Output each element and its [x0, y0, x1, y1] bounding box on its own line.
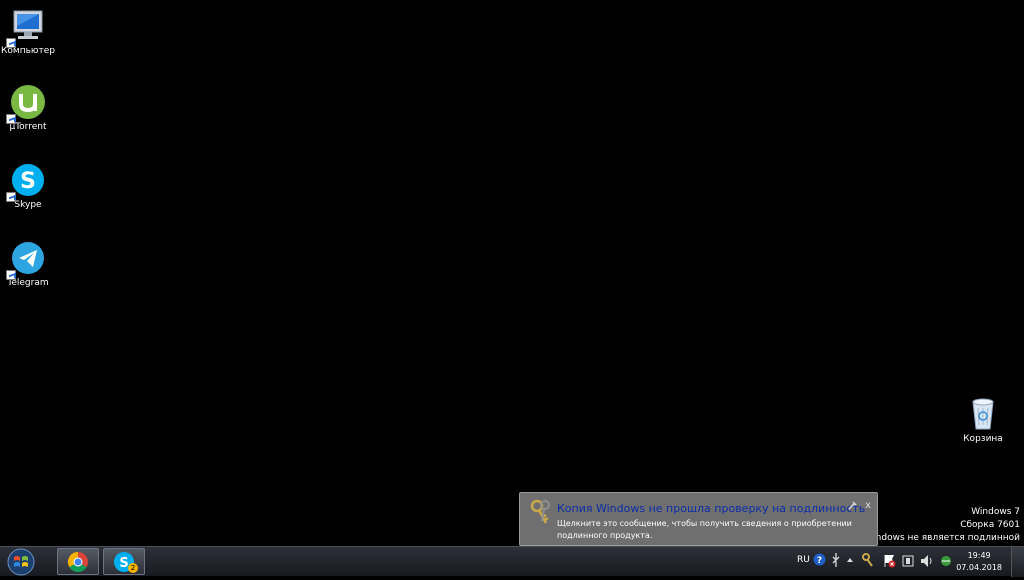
keys-icon: [530, 499, 552, 529]
svg-text:S: S: [20, 169, 36, 194]
activation-notification-balloon[interactable]: Копия Windows не прошла проверку на подл…: [519, 492, 878, 554]
desktop-icon-computer[interactable]: Компьютер: [0, 8, 56, 56]
recycle-bin-icon: [965, 396, 1001, 432]
balloon-close-button[interactable]: x: [865, 500, 871, 511]
language-indicator[interactable]: RU: [797, 555, 810, 565]
sync-icon[interactable]: [832, 552, 840, 571]
svg-text:?: ?: [817, 556, 822, 566]
shortcut-arrow-icon: [6, 38, 16, 48]
tray-clock[interactable]: 19:49 07.04.2018: [956, 550, 1002, 574]
desktop-icon-utorrent[interactable]: µTorrent: [0, 84, 56, 132]
clock-date: 07.04.2018: [956, 563, 1002, 572]
tray-overflow-arrow-icon[interactable]: [846, 556, 854, 566]
shortcut-arrow-icon: [6, 192, 16, 202]
start-button[interactable]: [5, 548, 37, 576]
desktop-icon-skype[interactable]: S Skype: [0, 162, 56, 210]
skype-unread-badge: 2: [128, 563, 138, 573]
balloon-title: Копия Windows не прошла проверку на подл…: [557, 502, 866, 515]
computer-icon: [6, 8, 46, 48]
action-center-flag-icon[interactable]: [884, 554, 896, 571]
volume-icon[interactable]: [920, 554, 934, 571]
telegram-icon: [6, 240, 46, 280]
desktop-icon-recycle-bin[interactable]: Корзина: [955, 396, 1011, 444]
chrome-icon: [67, 551, 88, 573]
balloon-text: Щелкните это сообщение, чтобы получить с…: [557, 519, 852, 540]
activation-warning-icon[interactable]: [861, 552, 875, 571]
help-icon[interactable]: ?: [813, 553, 826, 569]
taskbar-chrome-button[interactable]: [57, 548, 99, 575]
network-icon[interactable]: [939, 554, 953, 571]
taskbar: S 2 RU ? 19:49 07.04.2018: [0, 546, 1024, 577]
desktop-icon-label: Корзина: [963, 434, 1003, 444]
utorrent-icon: [6, 84, 46, 124]
power-icon[interactable]: [902, 554, 914, 571]
desktop-icon-telegram[interactable]: Telegram: [0, 240, 56, 288]
clock-time: 19:49: [967, 551, 991, 560]
taskbar-skype-button[interactable]: S 2: [103, 548, 145, 575]
skype-icon: S: [6, 162, 46, 202]
show-desktop-button[interactable]: [1011, 547, 1024, 577]
shortcut-arrow-icon: [6, 114, 16, 124]
shortcut-arrow-icon: [6, 270, 16, 280]
balloon-options-icon[interactable]: [848, 501, 857, 513]
